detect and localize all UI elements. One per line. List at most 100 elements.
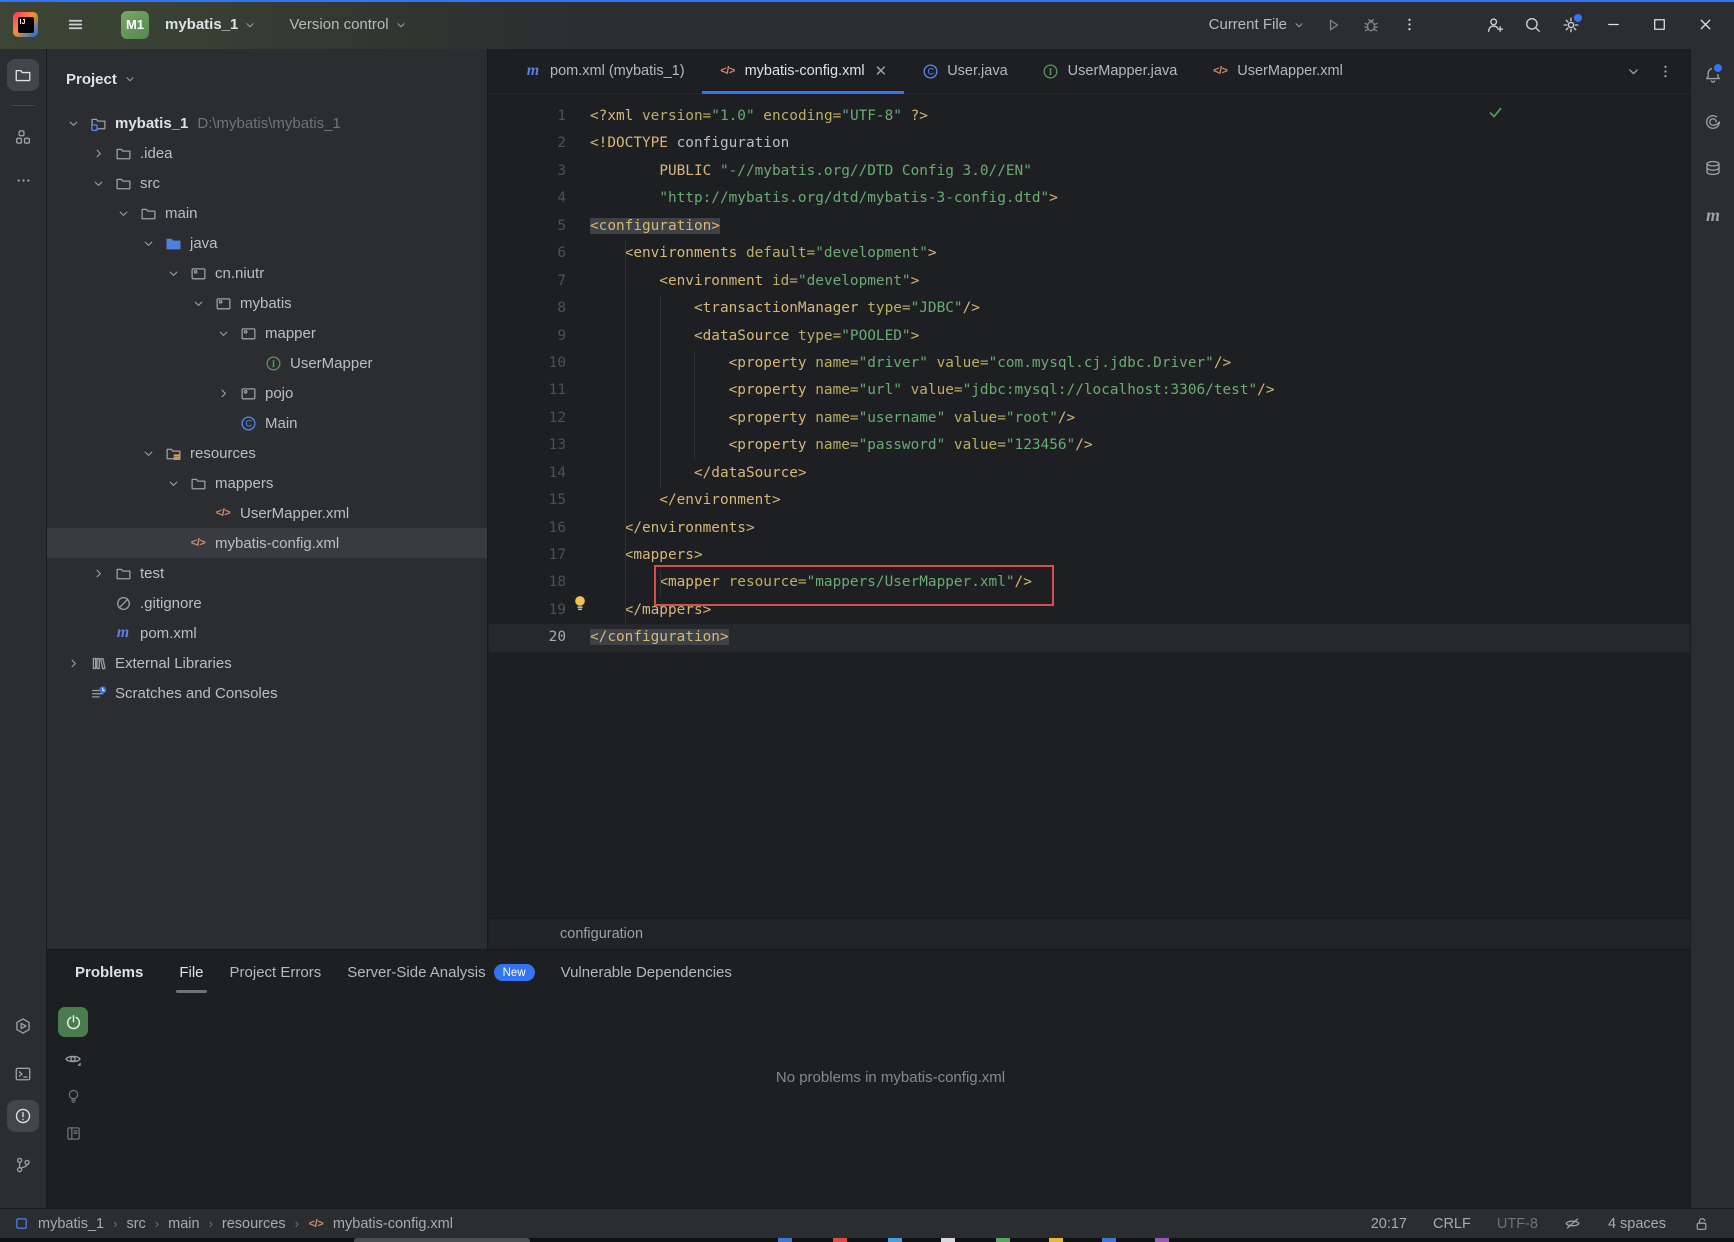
lock-open-icon[interactable]	[1692, 1215, 1710, 1233]
minimize-button[interactable]	[1592, 8, 1634, 42]
problems-tab-Project Errors[interactable]: Project Errors	[217, 950, 335, 995]
main-menu-icon[interactable]	[64, 13, 87, 36]
tree-item-pojo[interactable]: pojo	[47, 378, 487, 408]
tree-item-UserMapper.xml[interactable]: </>UserMapper.xml	[47, 498, 487, 528]
problems-title[interactable]: Problems	[75, 964, 143, 981]
maven-button[interactable]: m	[1697, 199, 1729, 231]
code-editor[interactable]: 1<?xml version="1.0" encoding="UTF-8" ?>…	[489, 94, 1690, 918]
tab-options-icon[interactable]	[1656, 62, 1674, 80]
tree-item-mappers[interactable]: mappers	[47, 468, 487, 498]
editor-tab-UserMapper.java[interactable]: IUserMapper.java	[1025, 49, 1195, 93]
editor-tab-pom.xml (mybatis_1)[interactable]: mpom.xml (mybatis_1)	[507, 49, 702, 93]
code-line-15[interactable]: 15 </environment>	[489, 487, 1690, 514]
chevron-down-icon[interactable]	[140, 445, 156, 461]
vcs-widget[interactable]: Version control	[283, 11, 413, 38]
chevron-down-icon[interactable]	[190, 295, 206, 311]
tree-item-java[interactable]: java	[47, 228, 487, 258]
indent-setting[interactable]: 4 spaces	[1608, 1216, 1666, 1232]
preview-button[interactable]	[58, 1044, 88, 1074]
tree-item-mapper[interactable]: mapper	[47, 318, 487, 348]
search-everywhere-button[interactable]	[1516, 8, 1550, 42]
chevron-down-icon[interactable]	[215, 325, 231, 341]
tree-item-test[interactable]: test	[47, 558, 487, 588]
tool-window-structure-button[interactable]	[7, 121, 39, 153]
chevron-right-icon[interactable]	[90, 145, 106, 161]
code-line-10[interactable]: 10 <property name="driver" value="com.my…	[489, 350, 1690, 377]
problems-tab-File[interactable]: File	[166, 950, 216, 995]
tool-window-project-button[interactable]	[7, 59, 39, 91]
intention-bulb-icon[interactable]	[571, 594, 589, 612]
notifications-button[interactable]	[1697, 59, 1729, 91]
hidden-tabs-chevron-icon[interactable]	[1624, 62, 1642, 80]
open-details-button[interactable]	[58, 1118, 88, 1148]
close-tab-icon[interactable]: ✕	[875, 62, 888, 80]
tool-window-problems-button[interactable]	[7, 1100, 39, 1132]
analyze-power-button[interactable]	[58, 1007, 88, 1037]
debug-button[interactable]	[1354, 8, 1388, 42]
code-with-me-button[interactable]	[1478, 8, 1512, 42]
chevron-down-icon[interactable]	[140, 235, 156, 251]
project-panel-header[interactable]: Project	[47, 61, 487, 97]
tree-item-Scratches and Consoles[interactable]: Scratches and Consoles	[47, 678, 487, 708]
code-line-9[interactable]: 9 <dataSource type="POOLED">	[489, 323, 1690, 350]
tree-item-mybatis_1[interactable]: mybatis_1D:\mybatis\mybatis_1	[47, 108, 487, 138]
chevron-down-icon[interactable]	[65, 115, 81, 131]
code-line-7[interactable]: 7 <environment id="development">	[489, 268, 1690, 295]
chevron-down-icon[interactable]	[165, 265, 181, 281]
tree-item-resources[interactable]: resources	[47, 438, 487, 468]
file-encoding[interactable]: UTF-8	[1497, 1216, 1538, 1232]
chevron-right-icon[interactable]	[65, 655, 81, 671]
tool-window-services-button[interactable]	[7, 1010, 39, 1042]
chevron-down-icon[interactable]	[115, 205, 131, 221]
maximize-button[interactable]	[1638, 8, 1680, 42]
code-line-1[interactable]: 1<?xml version="1.0" encoding="UTF-8" ?>	[489, 103, 1690, 130]
more-tool-windows-button[interactable]	[7, 164, 39, 196]
tree-item-cn.niutr[interactable]: cn.niutr	[47, 258, 487, 288]
project-widget[interactable]: mybatis_1	[159, 11, 263, 38]
statusbar-breadcrumb-main[interactable]: main	[168, 1216, 199, 1232]
problems-tab-Vulnerable Dependencies[interactable]: Vulnerable Dependencies	[548, 950, 745, 995]
code-line-8[interactable]: 8 <transactionManager type="JDBC"/>	[489, 295, 1690, 322]
line-separator[interactable]: CRLF	[1433, 1216, 1471, 1232]
tree-item-UserMapper[interactable]: IUserMapper	[47, 348, 487, 378]
database-button[interactable]	[1697, 152, 1729, 184]
tool-window-git-button[interactable]	[7, 1149, 39, 1181]
chevron-right-icon[interactable]	[215, 385, 231, 401]
statusbar-breadcrumb-src[interactable]: src	[126, 1216, 145, 1232]
ai-assistant-button[interactable]	[1697, 106, 1729, 138]
more-actions-button[interactable]	[1392, 8, 1426, 42]
run-configuration-selector[interactable]: Current File	[1203, 11, 1312, 38]
code-line-4[interactable]: 4 "http://mybatis.org/dtd/mybatis-3-conf…	[489, 185, 1690, 212]
code-line-12[interactable]: 12 <property name="username" value="root…	[489, 405, 1690, 432]
problems-tab-Server-Side Analysis[interactable]: Server-Side AnalysisNew	[334, 950, 547, 995]
editor-tab-UserMapper.xml[interactable]: </>UserMapper.xml	[1194, 49, 1360, 93]
tree-item-mybatis-config.xml[interactable]: </>mybatis-config.xml	[47, 528, 487, 558]
tree-item-pom.xml[interactable]: mpom.xml	[47, 618, 487, 648]
statusbar-breadcrumb-mybatis_1[interactable]: mybatis_1	[38, 1216, 104, 1232]
tree-item-Main[interactable]: CMain	[47, 408, 487, 438]
code-line-16[interactable]: 16 </environments>	[489, 515, 1690, 542]
inspections-ok-icon[interactable]	[1486, 103, 1504, 121]
code-line-13[interactable]: 13 <property name="password" value="1234…	[489, 432, 1690, 459]
editor-tab-User.java[interactable]: CUser.java	[904, 49, 1024, 93]
tree-item-External Libraries[interactable]: External Libraries	[47, 648, 487, 678]
tree-item-.gitignore[interactable]: .gitignore	[47, 588, 487, 618]
settings-button[interactable]	[1554, 8, 1588, 42]
run-button[interactable]	[1316, 8, 1350, 42]
chevron-down-icon[interactable]	[90, 175, 106, 191]
tree-item-src[interactable]: src	[47, 168, 487, 198]
statusbar-breadcrumb-mybatis-config.xml[interactable]: mybatis-config.xml	[333, 1216, 453, 1232]
code-line-3[interactable]: 3 PUBLIC "-//mybatis.org//DTD Config 3.0…	[489, 158, 1690, 185]
statusbar-breadcrumb-resources[interactable]: resources	[222, 1216, 286, 1232]
quick-fix-button[interactable]	[58, 1081, 88, 1111]
tree-item-main[interactable]: main	[47, 198, 487, 228]
tool-window-terminal-button[interactable]	[7, 1058, 39, 1090]
tree-item-mybatis[interactable]: mybatis	[47, 288, 487, 318]
breadcrumb-item[interactable]: configuration	[560, 926, 643, 942]
editor-tab-mybatis-config.xml[interactable]: </>mybatis-config.xml✕	[702, 49, 905, 93]
code-line-14[interactable]: 14 </dataSource>	[489, 460, 1690, 487]
code-line-2[interactable]: 2<!DOCTYPE configuration	[489, 130, 1690, 157]
project-icon[interactable]: M1	[121, 11, 149, 39]
code-line-6[interactable]: 6 <environments default="development">	[489, 240, 1690, 267]
code-line-5[interactable]: 5<configuration>	[489, 213, 1690, 240]
